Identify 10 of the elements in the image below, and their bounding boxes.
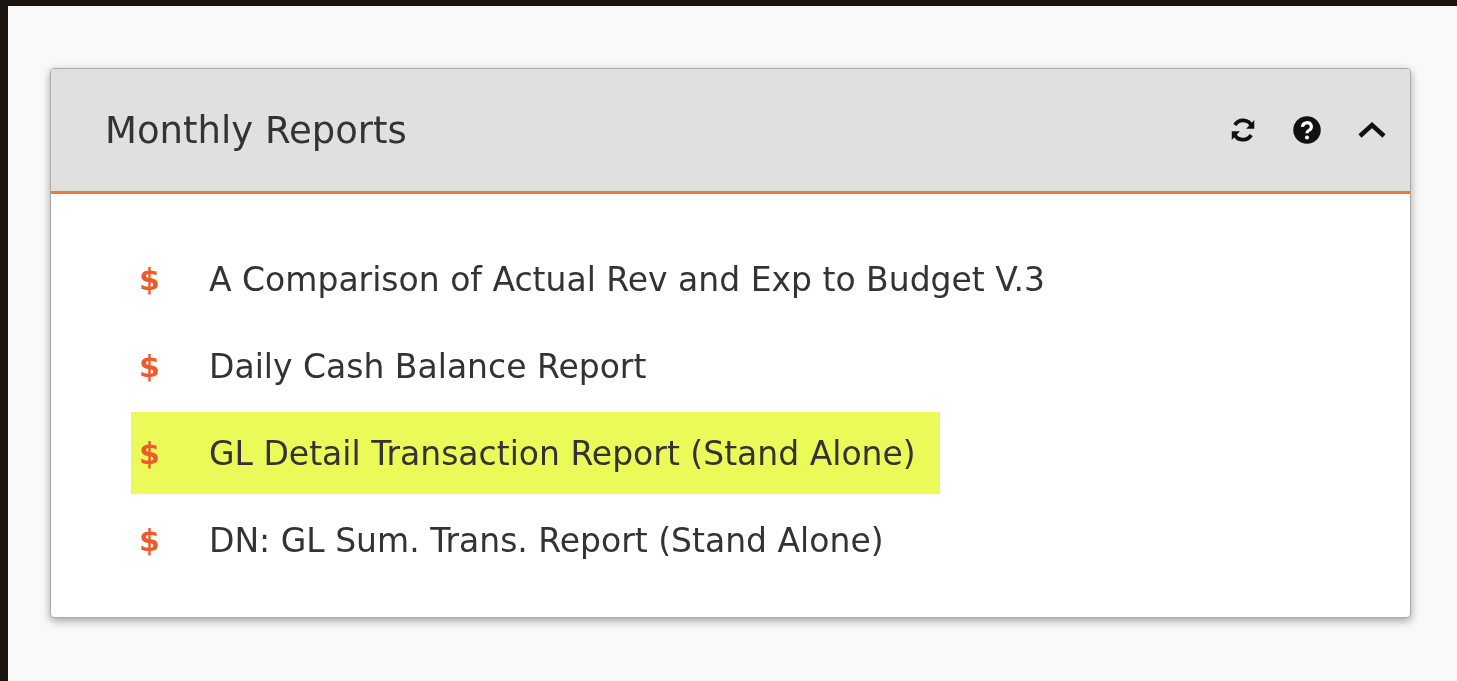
dollar-icon: $ xyxy=(139,348,209,384)
panel-title: Monthly Reports xyxy=(105,108,407,152)
help-icon[interactable] xyxy=(1292,115,1322,145)
report-link[interactable]: $ DN: GL Sum. Trans. Report (Stand Alone) xyxy=(131,499,908,581)
dollar-icon: $ xyxy=(139,435,209,471)
report-link[interactable]: $ GL Detail Transaction Report (Stand Alone) xyxy=(131,412,940,494)
report-link[interactable]: $ Daily Cash Balance Report xyxy=(131,325,671,407)
dollar-icon: $ xyxy=(139,522,209,558)
report-link[interactable]: $ A Comparison of Actual Rev and Exp to Budget V.3 xyxy=(131,238,1070,320)
dollar-icon: $ xyxy=(139,261,209,297)
